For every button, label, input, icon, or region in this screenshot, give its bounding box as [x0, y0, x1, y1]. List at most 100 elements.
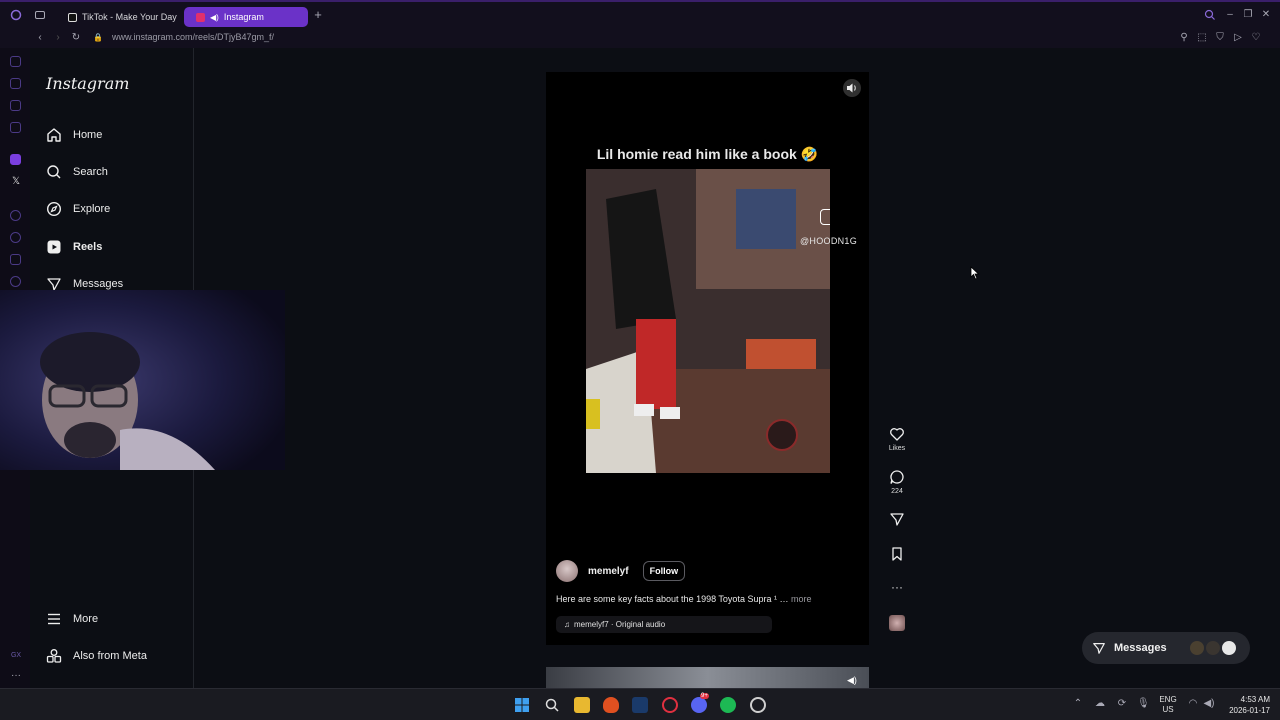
language-indicator[interactable]: ENG US	[1154, 695, 1182, 715]
shield-icon[interactable]: ⛉	[1214, 32, 1226, 44]
back-icon[interactable]: ‹	[34, 32, 46, 44]
opera-gx-icon[interactable]	[662, 697, 678, 713]
tab-label: Instagram	[223, 12, 264, 22]
sidebar-aria-icon[interactable]	[10, 56, 21, 67]
brave-icon[interactable]	[603, 697, 619, 713]
instagram-logo[interactable]: Instagram	[46, 74, 129, 93]
system-clock[interactable]: 4:53 AM 2026-01-17	[1222, 694, 1270, 716]
sidebar-m-icon[interactable]	[10, 122, 21, 133]
clock-date: 2026-01-17	[1229, 706, 1270, 715]
nav-label: Search	[73, 166, 108, 178]
comment-button[interactable]: 224	[886, 469, 908, 495]
volume-icon[interactable]: ◀)	[1203, 698, 1215, 710]
reel-video-frame[interactable]	[586, 169, 830, 473]
reel-author: memelyf Follow	[556, 560, 686, 582]
sync-icon[interactable]: ⟳	[1116, 698, 1128, 710]
taskbar-search-icon[interactable]	[544, 697, 560, 713]
save-button[interactable]	[886, 546, 908, 565]
opera-logo-icon[interactable]	[10, 9, 22, 21]
webcam-person-image	[0, 290, 285, 470]
region-code: US	[1162, 705, 1174, 714]
heart-icon	[890, 428, 904, 441]
more-link[interactable]: more	[791, 594, 812, 604]
video-scene-image	[586, 169, 830, 473]
audio-playing-icon[interactable]: ◀)	[210, 13, 219, 22]
sidebar-chat-icon[interactable]	[10, 100, 21, 111]
nav-item-also-from-meta[interactable]: Also from Meta	[46, 644, 147, 668]
pin-icon[interactable]: ⚲	[1178, 32, 1190, 44]
next-reel-preview[interactable]: ◀)	[546, 667, 869, 688]
reels-icon	[47, 240, 61, 254]
sidebar-gx-icon[interactable]: GX	[10, 650, 22, 662]
nav-item-home[interactable]: Home	[46, 123, 102, 147]
like-button[interactable]: Likes	[886, 426, 908, 452]
sidebar-history-icon[interactable]	[10, 232, 21, 243]
tab-overview-icon[interactable]	[34, 9, 46, 21]
forward-icon[interactable]: ›	[52, 32, 64, 44]
minimize-button[interactable]: –	[1224, 9, 1236, 21]
close-button[interactable]: ✕	[1260, 9, 1272, 21]
windows-start-icon[interactable]	[514, 697, 530, 713]
instagram-favicon-icon	[196, 12, 205, 22]
microphone-icon[interactable]: 🎙	[1137, 698, 1150, 710]
search-icon	[47, 165, 61, 179]
steelseries-icon[interactable]	[750, 697, 766, 713]
mute-button[interactable]	[843, 79, 861, 97]
onedrive-icon[interactable]: ☁	[1094, 698, 1106, 710]
avatar	[1190, 641, 1204, 655]
sidebar-settings-icon[interactable]	[10, 276, 21, 287]
snapshot-icon[interactable]: ⬚	[1196, 32, 1208, 44]
avatar	[1222, 641, 1236, 655]
spotify-icon[interactable]	[720, 697, 736, 713]
windows-taskbar: 9+ ⌃ ☁ ⟳ 🎙 ENG US ◠ ◀) 4:53 AM 2026-01-1…	[0, 688, 1280, 720]
nav-label: Explore	[73, 203, 111, 215]
next-reel-mute-icon[interactable]: ◀)	[847, 675, 857, 686]
webcam-overlay	[0, 290, 285, 470]
messages-drawer-button[interactable]: Messages	[1082, 632, 1250, 664]
nav-label: More	[73, 613, 99, 625]
compass-icon	[46, 201, 62, 217]
meta-icon	[46, 649, 62, 663]
heart-bookmark-icon[interactable]: ♡	[1250, 32, 1262, 44]
sidebar-more-icon[interactable]: ···	[10, 670, 22, 682]
sidebar-extensions-icon[interactable]	[10, 254, 21, 265]
url-text[interactable]: www.instagram.com/reels/DTjyB47gm_f/	[112, 32, 274, 42]
sidebar-bag-icon[interactable]	[10, 78, 21, 89]
nav-item-search[interactable]: Search	[46, 160, 108, 184]
tab-tiktok[interactable]: TikTok - Make Your Day	[56, 7, 182, 27]
nav-item-explore[interactable]: Explore	[46, 197, 110, 221]
more-options-button[interactable]: ···	[886, 581, 908, 593]
new-tab-button[interactable]: +	[312, 8, 324, 21]
player-icon[interactable]: ▷	[1232, 32, 1244, 44]
speaker-icon	[847, 83, 856, 93]
avatar[interactable]	[556, 560, 578, 582]
music-note-icon: ♫	[564, 620, 570, 629]
reel-player[interactable]: Lil homie read him like a book 🤣 @HOODN1…	[546, 72, 869, 645]
reel-description: Here are some key facts about the 1998 T…	[556, 594, 812, 604]
tiktok-icon	[68, 12, 77, 22]
audio-attribution[interactable]: ♫ memelyf7 · Original audio	[556, 616, 772, 633]
sidebar-player-icon[interactable]	[10, 210, 21, 221]
follow-button[interactable]: Follow	[642, 561, 686, 581]
wifi-icon[interactable]: ◠	[1187, 698, 1199, 710]
reload-icon[interactable]: ↻	[70, 32, 82, 44]
username[interactable]: memelyf	[588, 566, 629, 577]
tab-instagram[interactable]: ◀) Instagram	[184, 7, 308, 27]
steam-icon[interactable]	[632, 697, 648, 713]
nav-item-reels[interactable]: Reels	[46, 235, 102, 259]
search-tabs-icon[interactable]	[1204, 9, 1216, 21]
nav-label: Messages	[73, 278, 124, 290]
menu-icon	[48, 613, 60, 625]
discord-badge: 9+	[700, 693, 709, 699]
share-button[interactable]	[886, 511, 908, 530]
nav-item-more[interactable]: More	[46, 607, 98, 631]
sidebar-twitch-icon[interactable]	[10, 154, 21, 165]
audio-thumbnail[interactable]	[886, 615, 908, 631]
maximize-button[interactable]: ❐	[1242, 9, 1254, 21]
audio-thumbnail-image	[889, 615, 905, 631]
nav-label: Also from Meta	[73, 650, 147, 662]
discord-icon[interactable]: 9+	[691, 693, 709, 713]
tray-overflow-icon[interactable]: ⌃	[1072, 698, 1084, 710]
sidebar-x-icon[interactable]: 𝕏	[10, 176, 22, 188]
file-explorer-icon[interactable]	[574, 697, 590, 713]
